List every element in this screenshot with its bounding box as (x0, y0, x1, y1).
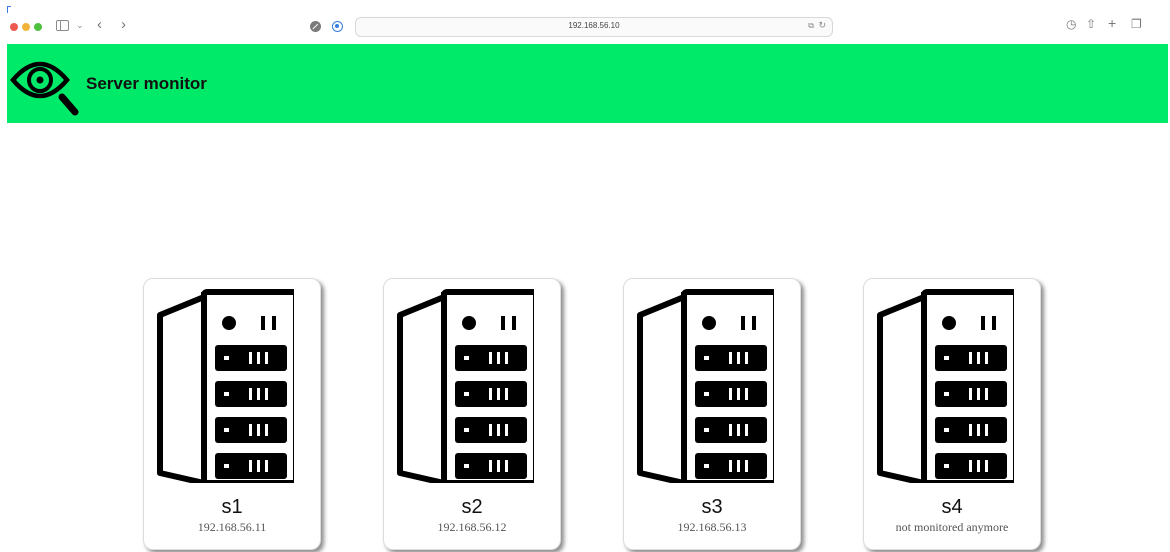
server-rack-icon (877, 289, 1014, 483)
server-card[interactable]: s2 192.168.56.12 (383, 278, 561, 550)
server-card[interactable]: s4 not monitored anymore (863, 278, 1041, 550)
server-rack-icon (157, 289, 294, 483)
minimize-window-button[interactable] (22, 23, 30, 31)
privacy-extension-icon[interactable] (332, 21, 343, 32)
server-ip: 192.168.56.11 (197, 520, 267, 534)
server-name: s1 (221, 496, 243, 518)
chevron-down-icon[interactable]: ⌄ (76, 20, 84, 31)
sidebar-toggle-icon[interactable] (56, 20, 69, 31)
address-bar[interactable]: 192.168.56.10 ⧉ ↻ (355, 17, 833, 37)
new-tab-icon[interactable]: + (1108, 15, 1116, 31)
server-name: s4 (941, 496, 963, 518)
server-card[interactable]: s3 192.168.56.13 (623, 278, 801, 550)
server-rack-icon (397, 289, 534, 483)
eye-magnifier-icon (10, 61, 79, 116)
server-name: s2 (461, 496, 483, 518)
history-icon[interactable]: ◷ (1066, 17, 1076, 31)
corner-mark (7, 6, 11, 13)
close-window-button[interactable] (10, 23, 18, 31)
forward-arrow-icon[interactable]: › (121, 16, 126, 33)
server-ip: 192.168.56.13 (677, 520, 747, 534)
tab-overview-icon[interactable]: ❐ (1131, 17, 1142, 31)
address-url: 192.168.56.10 (568, 21, 620, 30)
server-ip: 192.168.56.12 (437, 520, 507, 534)
blocker-extension-icon[interactable] (310, 21, 321, 32)
app-header: Server monitor (7, 44, 1168, 123)
back-arrow-icon[interactable]: ‹ (97, 16, 102, 33)
zoom-window-button[interactable] (34, 23, 42, 31)
server-name: s3 (701, 496, 723, 518)
server-rack-icon (637, 289, 774, 483)
translate-icon[interactable]: ⧉ (808, 21, 814, 31)
share-icon[interactable]: ⇧ (1086, 17, 1096, 31)
page-title: Server monitor (86, 74, 207, 93)
server-card[interactable]: s1 192.168.56.11 (143, 278, 321, 550)
browser-toolbar: ⌄ ‹ › 192.168.56.10 ⧉ ↻ ◷ ⇧ + ❐ (0, 0, 1170, 44)
server-status-text: not monitored anymore (895, 520, 1009, 534)
reload-icon[interactable]: ↻ (818, 20, 826, 31)
